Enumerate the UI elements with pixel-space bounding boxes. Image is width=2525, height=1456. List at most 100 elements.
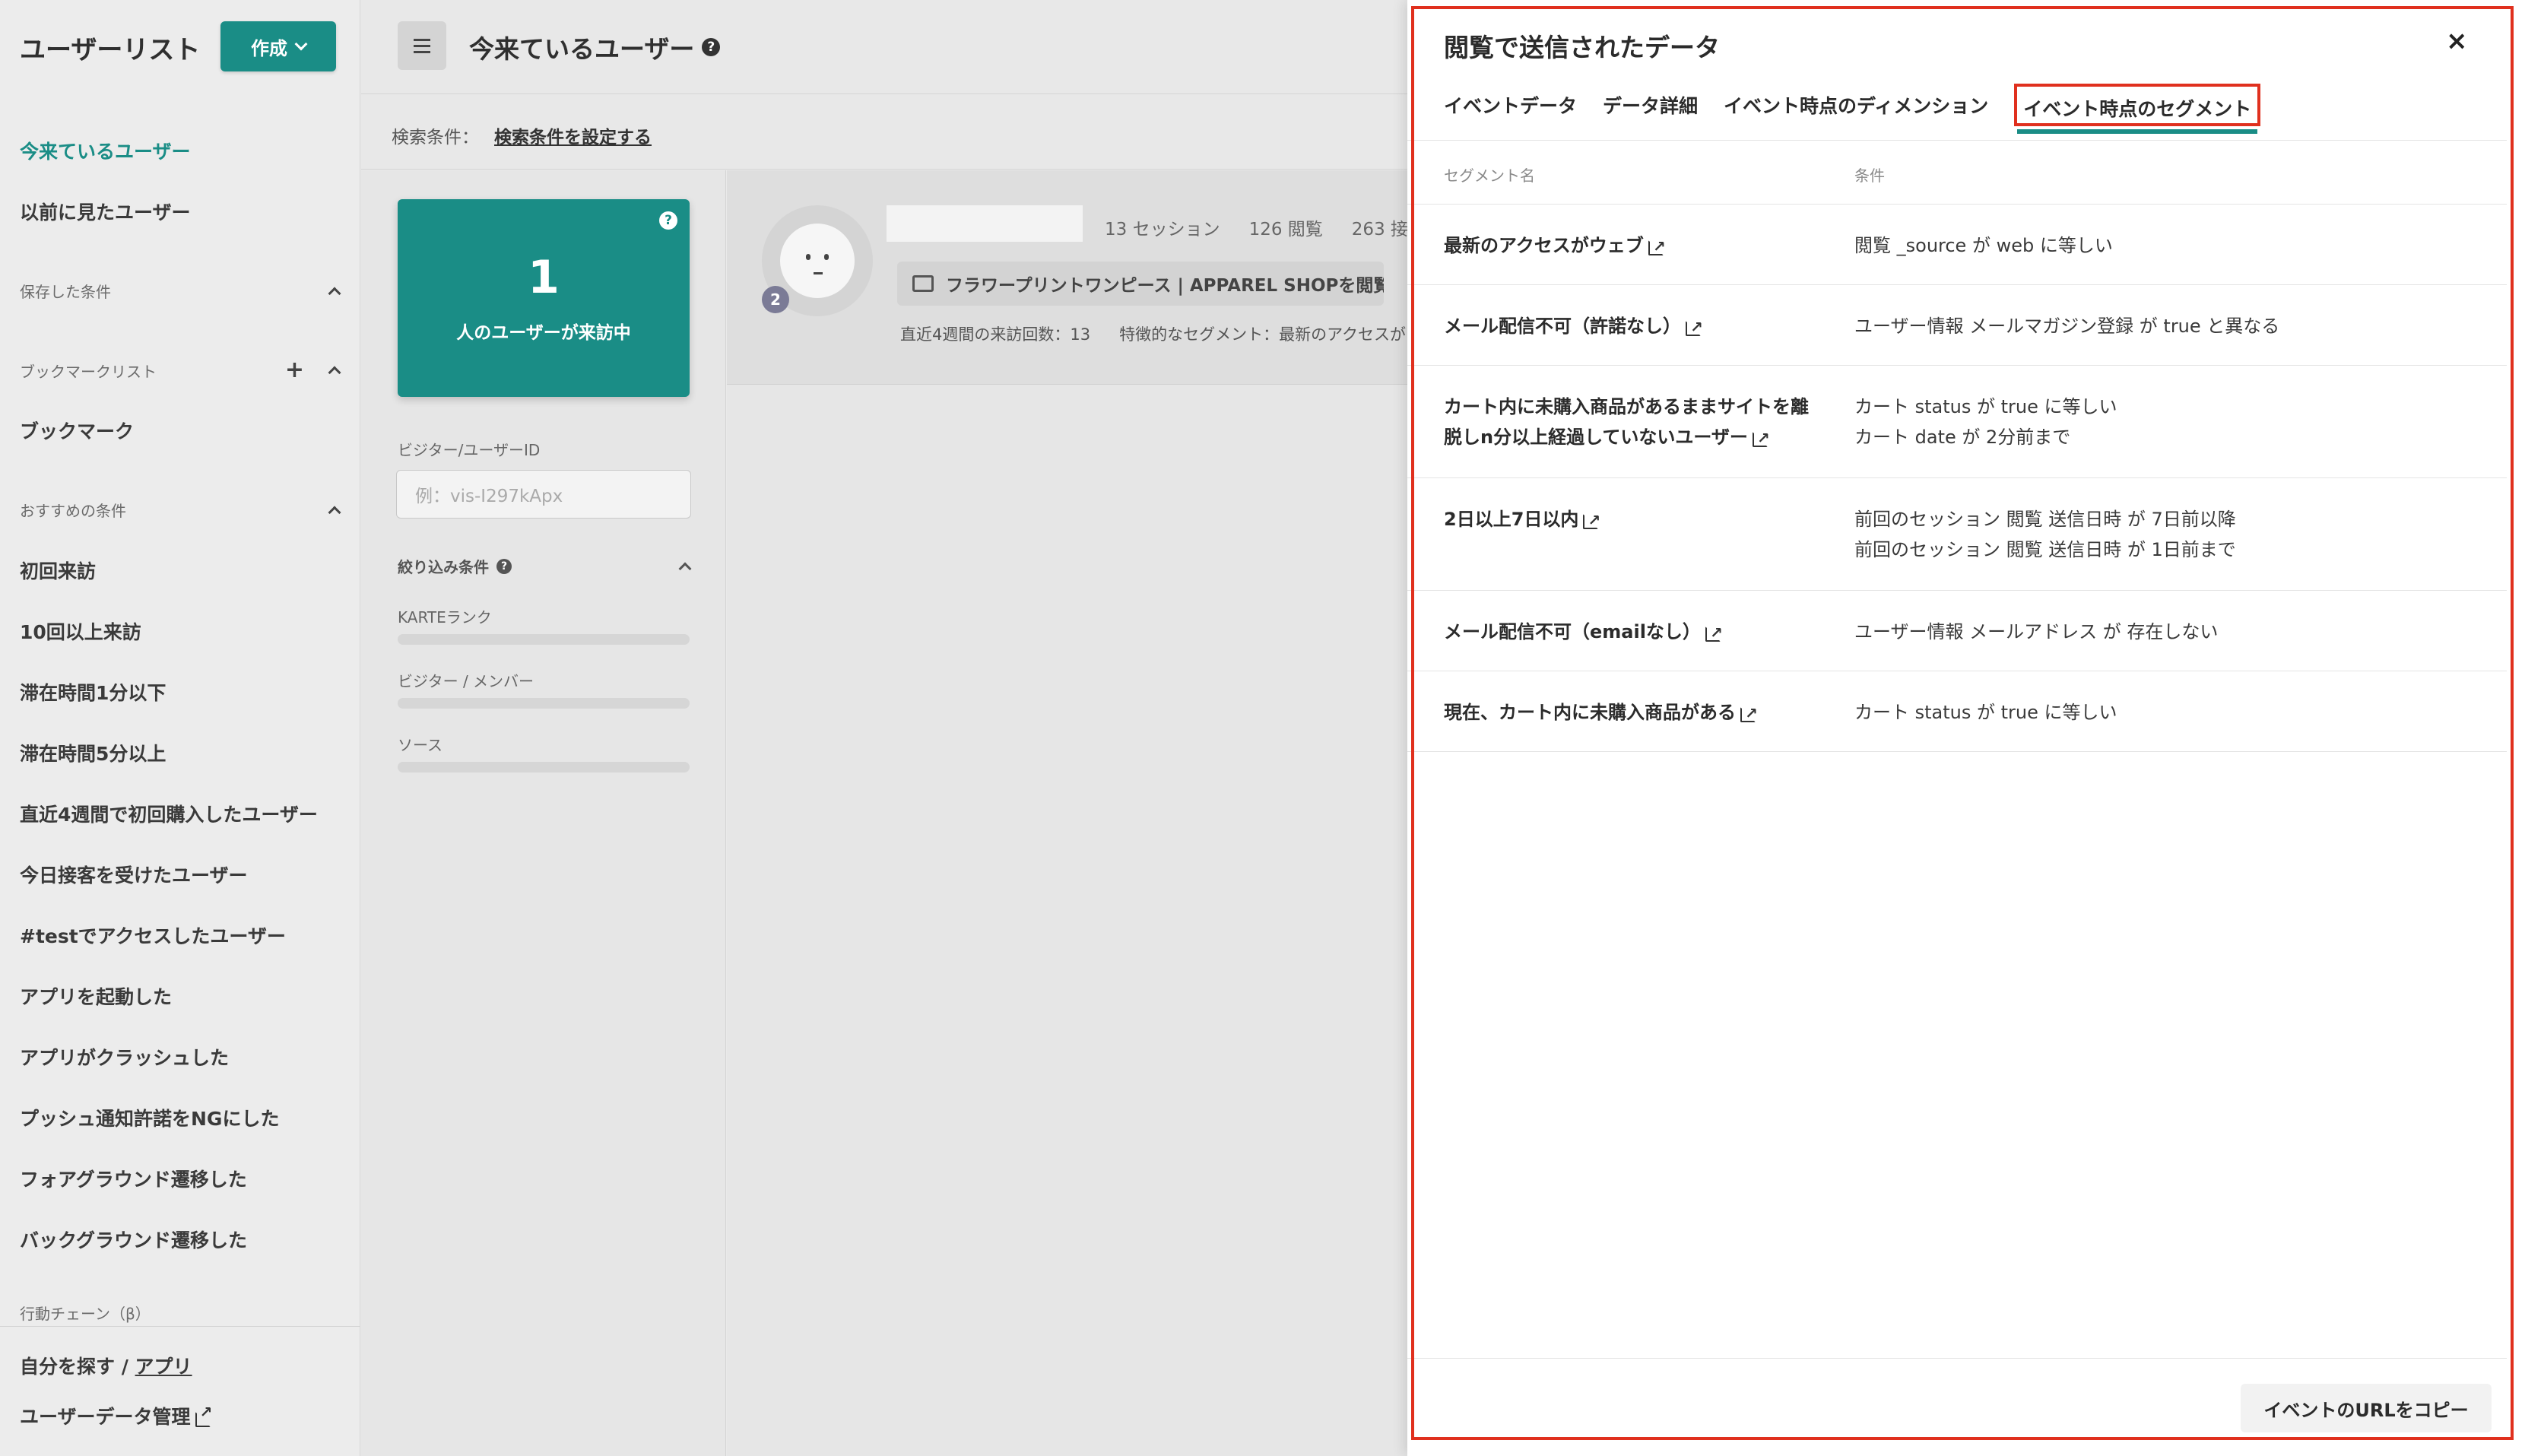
last-page-title: フラワープリントワンピース | APPAREL SHOPを閲覧し [946,276,1384,296]
external-link-icon [195,1403,212,1427]
page-title-text: 今来ているユーザー [469,34,695,64]
external-link-icon[interactable] [1583,505,1600,535]
filter-panel: ? 1 人のユーザーが来訪中 ビジター/ユーザーID 例：vis-I297kAp… [361,170,726,1456]
visits-count: 直近4週間の来訪回数：13 [900,325,1091,344]
session-badge: 2 [762,286,789,313]
behavior-chain-section: 行動チェーン（β） [20,1302,339,1324]
segment-condition: カート status が true に等しい カート date が 2分前まで [1854,396,2117,448]
external-link-icon[interactable] [1752,423,1770,453]
segment-condition: 閲覧 _source が web に等しい [1854,235,2113,256]
facet-placeholder [398,634,690,645]
table-row: 2日以上7日以内 前回のセッション 閲覧 送信日時 が 7日前以降 前回のセッシ… [1407,478,2507,591]
sidebar-item-bookmark[interactable]: ブックマーク [20,417,134,444]
tab-segments[interactable]: イベント時点のセグメント [2014,84,2261,134]
segment-name[interactable]: メール配信不可（許諾なし） [1444,311,1824,342]
saved-conditions-section[interactable]: 保存した条件 [20,280,341,302]
tab-event-data[interactable]: イベントデータ [1444,81,1577,141]
segment-condition: ユーザー情報 メールマガジン登録 が true と異なる [1854,316,2280,337]
segment-condition: ユーザー情報 メールアドレス が 存在しない [1854,621,2219,642]
help-icon[interactable]: ? [496,558,512,574]
segment-name[interactable]: 2日以上7日以内 [1444,504,1824,535]
segment-name[interactable]: 現在、カート内に未購入商品がある [1444,697,1824,728]
external-link-icon[interactable] [1648,231,1666,262]
table-row: メール配信不可（許諾なし） ユーザー情報 メールマガジン登録 が true と異… [1407,285,2507,366]
sidebar-item-recommended[interactable]: 滞在時間1分以下 [20,678,166,706]
device-icon [912,275,934,292]
sidebar-item-recommended[interactable]: 直近4週間で初回購入したユーザー [20,800,318,827]
sessions-count: 13 セッション [1105,220,1220,239]
sidebar-item-recommended[interactable]: バックグラウンド遷移した [20,1226,247,1253]
hamburger-icon [414,38,430,41]
table-row: メール配信不可（emailなし） ユーザー情報 メールアドレス が 存在しない [1407,591,2507,671]
facet-label: KARTEランク [398,608,492,626]
sidebar-item-user-data[interactable]: ユーザーデータ管理 [20,1402,212,1429]
sidebar-item-recommended[interactable]: 10回以上来訪 [20,617,141,645]
sidebar-item-recommended[interactable]: 今日接客を受けたユーザー [20,861,248,888]
sidebar-title: ユーザーリスト [20,35,201,65]
set-filter-link[interactable]: 検索条件を設定する [494,122,652,148]
bookmark-list-label: ブックマークリスト [20,362,157,381]
segment-name[interactable]: メール配信不可（emailなし） [1444,617,1824,648]
visitor-count-text: 人のユーザーが来訪中 [456,323,631,343]
sidebar-header: ユーザーリスト 作成 [0,0,360,91]
sidebar-item-recommended[interactable]: 滞在時間5分以上 [20,739,166,766]
create-button[interactable]: 作成 [220,21,336,71]
avatar[interactable] [780,224,855,298]
chevron-up-icon[interactable] [328,506,341,519]
bookmark-list-section[interactable]: ブックマークリスト + [20,359,341,382]
segments-table-header: セグメント名 条件 [1407,141,2507,205]
id-label: ビジター/ユーザーID [398,441,541,459]
chevron-up-icon[interactable] [328,287,341,300]
user-data-label: ユーザーデータ管理 [20,1406,191,1428]
recommended-section[interactable]: おすすめの条件 [20,499,341,521]
segment-name[interactable]: 最新のアクセスがウェブ [1444,230,1824,262]
find-self-app-link[interactable]: アプリ [135,1356,192,1378]
sidebar-item-recommended[interactable]: プッシュ通知許諾をNGにした [20,1104,279,1131]
visitor-id-input[interactable]: 例：vis-I297kApx [396,470,691,519]
narrow-conditions-header[interactable]: 絞り込み条件? [398,555,692,577]
find-self-prefix: 自分を探す / [20,1356,135,1378]
external-link-icon[interactable] [1705,617,1723,648]
help-icon[interactable]: ? [659,211,677,230]
tab-dimensions[interactable]: イベント時点のディメンション [1724,81,1988,141]
table-row: カート内に未購入商品があるままサイトを離脱しn分以上経過していないユーザー カー… [1407,366,2507,478]
copy-event-url-button[interactable]: イベントのURLをコピー [2241,1384,2492,1432]
find-self-item: 自分を探す / アプリ [20,1352,192,1379]
sidebar-divider [0,1326,360,1327]
sidebar-item-recommended[interactable]: アプリを起動した [20,982,172,1010]
recommended-label: おすすめの条件 [20,502,126,520]
event-data-panel: 閲覧で送信されたデータ × イベントデータ データ詳細 イベント時点のディメンシ… [1407,0,2525,1456]
help-icon[interactable]: ? [702,38,721,56]
visitor-count: 1 [528,251,560,304]
characteristic-segment: 特徴的なセグメント：最新のアクセスが [1119,325,1407,344]
col-header-condition: 条件 [1854,167,1885,185]
sidebar-item-recommended[interactable]: #testでアクセスしたユーザー [20,921,286,949]
facet-placeholder [398,698,690,709]
tab-data-details[interactable]: データ詳細 [1603,81,1698,141]
menu-button[interactable] [398,21,446,70]
chevron-up-icon[interactable] [678,562,692,575]
table-row: 最新のアクセスがウェブ 閲覧 _source が web に等しい [1407,205,2507,285]
behavior-chain-label: 行動チェーン（β） [20,1305,151,1323]
external-link-icon[interactable] [1740,698,1758,728]
filter-label: 検索条件： [392,128,479,148]
chevron-up-icon[interactable] [328,366,341,379]
sidebar: ユーザーリスト 作成 今来ているユーザー 以前に見たユーザー 保存した条件 ブッ… [0,0,360,1456]
sidebar-item-recommended[interactable]: アプリがクラッシュした [20,1043,229,1071]
sidebar-item-recommended[interactable]: 初回来訪 [20,557,96,584]
close-icon[interactable]: × [2446,26,2468,56]
segment-condition: カート status が true に等しい [1854,702,2117,723]
table-row: 現在、カート内に未購入商品がある カート status が true に等しい [1407,671,2507,752]
facet-placeholder [398,762,690,772]
panel-title: 閲覧で送信されたデータ [1444,33,1720,62]
sidebar-item-recommended[interactable]: フォアグラウンド遷移した [20,1165,247,1192]
add-bookmark-icon[interactable]: + [285,359,304,382]
segment-name[interactable]: カート内に未購入商品があるままサイトを離脱しn分以上経過していないユーザー [1444,392,1824,453]
user-name-placeholder [887,205,1083,242]
external-link-icon[interactable] [1686,312,1703,342]
sidebar-item-current-users[interactable]: 今来ているユーザー [20,137,191,164]
last-page-view[interactable]: フラワープリントワンピース | APPAREL SHOPを閲覧し [897,262,1384,306]
chevron-down-icon [294,37,308,51]
segment-condition: 前回のセッション 閲覧 送信日時 が 7日前以降 前回のセッション 閲覧 送信日… [1854,509,2236,560]
sidebar-item-past-users[interactable]: 以前に見たユーザー [20,198,191,225]
